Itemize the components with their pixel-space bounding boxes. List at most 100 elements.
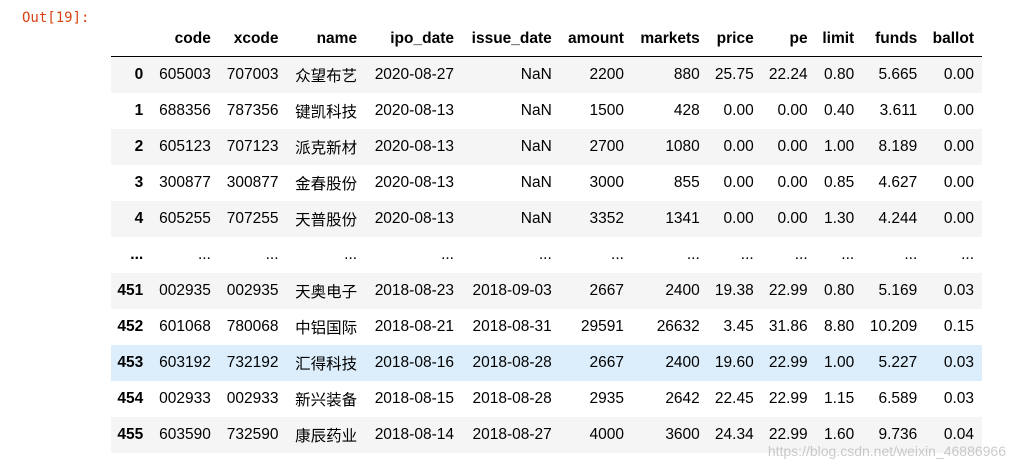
column-header-issue-date: issue_date bbox=[461, 22, 560, 57]
table-cell: 29591 bbox=[580, 318, 624, 335]
table-cell: NaN bbox=[520, 210, 552, 227]
table-cell: 605003 bbox=[159, 66, 211, 83]
table-cell: NaN bbox=[520, 138, 552, 155]
row-index: 0 bbox=[134, 66, 144, 83]
column-header-name: name bbox=[286, 22, 366, 57]
row-index: 452 bbox=[117, 318, 144, 335]
table-cell: 732192 bbox=[226, 354, 279, 371]
table-cell: ... bbox=[794, 246, 808, 263]
table-cell: 2400 bbox=[665, 282, 700, 299]
table-cell: 5.665 bbox=[878, 66, 918, 83]
table-cell: 0.85 bbox=[824, 174, 855, 191]
table-cell: 0.00 bbox=[943, 210, 974, 227]
table-cell: 24.34 bbox=[714, 426, 754, 443]
table-cell: 19.60 bbox=[714, 354, 754, 371]
table-cell: 2020-08-13 bbox=[374, 138, 454, 155]
column-header-markets: markets bbox=[631, 22, 708, 57]
table-row: 3 300877 300877 金春股份 2020-08-13 NaN 3000 855 0.0… bbox=[111, 165, 982, 201]
table-row: 455 603590 732590 康辰药业 2018-08-14 2018-08-27 4… bbox=[111, 417, 982, 453]
column-header-ipo-date: ipo_date bbox=[365, 22, 462, 57]
table-row: 2 605123 707123 派克新材 2020-08-13 NaN 2700 1080 0.… bbox=[111, 129, 982, 165]
row-index: 3 bbox=[134, 174, 144, 191]
table-cell: ... bbox=[344, 246, 358, 263]
table-cell: 1500 bbox=[589, 102, 624, 119]
table-cell: ... bbox=[841, 246, 855, 263]
table-cell: 0.15 bbox=[943, 318, 974, 335]
table-cell: 787356 bbox=[226, 102, 279, 119]
table-cell: 派克新材 bbox=[295, 140, 358, 157]
table-cell: 855 bbox=[673, 174, 700, 191]
table-cell: 2642 bbox=[665, 390, 700, 407]
table-cell: ... bbox=[611, 246, 624, 263]
table-cell: 3000 bbox=[589, 174, 624, 191]
table-cell: 2018-08-16 bbox=[374, 354, 454, 371]
table-cell: 0.00 bbox=[777, 138, 808, 155]
table-cell: 19.38 bbox=[714, 282, 754, 299]
table-row: 0 605003 707003 众望布艺 2020-08-27 NaN 2200 880 25.… bbox=[111, 56, 982, 93]
table-header: code xcode name ipo_date issue_date amount mar… bbox=[111, 22, 982, 57]
table-cell: 5.227 bbox=[878, 354, 918, 371]
table-cell: 22.24 bbox=[768, 66, 808, 83]
table-cell: 2018-08-15 bbox=[374, 390, 454, 407]
table-cell: 1.00 bbox=[824, 354, 855, 371]
table-cell: 2700 bbox=[589, 138, 624, 155]
table-cell: 1080 bbox=[665, 138, 700, 155]
column-header-amount: amount bbox=[559, 22, 632, 57]
table-cell: 22.99 bbox=[768, 354, 808, 371]
table-cell: 4.244 bbox=[878, 210, 918, 227]
row-index: 451 bbox=[117, 282, 144, 299]
table-cell: 0.03 bbox=[943, 390, 974, 407]
table-cell: 0.00 bbox=[723, 138, 754, 155]
table-cell: 2018-08-27 bbox=[472, 426, 552, 443]
table-cell: 2020-08-27 bbox=[374, 66, 454, 83]
table-cell: 康辰药业 bbox=[295, 428, 358, 445]
row-index: ... bbox=[130, 246, 144, 263]
row-index: 453 bbox=[117, 354, 144, 371]
output-prompt: Out[19]: bbox=[22, 10, 90, 26]
table-row: 1 688356 787356 键凯科技 2020-08-13 NaN 1500 428 0.0… bbox=[111, 93, 982, 129]
table-cell: NaN bbox=[520, 174, 552, 191]
table-cell: 707255 bbox=[226, 210, 279, 227]
table-body: 0 605003 707003 众望布艺 2020-08-27 NaN 2200 880 25.… bbox=[111, 56, 982, 453]
table-cell: 2667 bbox=[589, 354, 624, 371]
table-cell: 0.00 bbox=[943, 102, 974, 119]
table-row: 453 603192 732192 汇得科技 2018-08-16 2018-08-28 2… bbox=[111, 345, 982, 381]
table-cell: ... bbox=[197, 246, 211, 263]
table-cell: 天普股份 bbox=[295, 212, 358, 229]
table-cell: 2020-08-13 bbox=[374, 174, 454, 191]
table-cell: 428 bbox=[673, 102, 700, 119]
table-cell: 2200 bbox=[589, 66, 624, 83]
index-header bbox=[111, 22, 152, 57]
table-cell: 0.00 bbox=[777, 102, 808, 119]
table-cell: 603192 bbox=[159, 354, 211, 371]
table-cell: 天奥电子 bbox=[295, 284, 358, 301]
table-cell: 0.00 bbox=[723, 210, 754, 227]
table-cell: 26632 bbox=[656, 318, 700, 335]
table-cell: 9.736 bbox=[878, 426, 918, 443]
table-cell: 2018-08-28 bbox=[472, 390, 552, 407]
table-cell: 众望布艺 bbox=[295, 68, 358, 85]
table-cell: 0.00 bbox=[777, 210, 808, 227]
table-cell: 605123 bbox=[159, 138, 211, 155]
row-index: 1 bbox=[134, 102, 144, 119]
table-cell: 0.04 bbox=[943, 426, 974, 443]
table-cell: 732590 bbox=[226, 426, 279, 443]
table-cell: 0.80 bbox=[824, 66, 855, 83]
table-cell: 22.99 bbox=[768, 390, 808, 407]
table-row: ....................................... bbox=[111, 237, 982, 273]
table-cell: 1.15 bbox=[824, 390, 855, 407]
table-cell: 002935 bbox=[226, 282, 279, 299]
table-cell: 601068 bbox=[159, 318, 211, 335]
table-cell: NaN bbox=[520, 102, 552, 119]
table-cell: ... bbox=[961, 246, 974, 263]
table-cell: 2935 bbox=[589, 390, 624, 407]
table-cell: 6.589 bbox=[878, 390, 918, 407]
table-row: 452 601068 780068 中铝国际 2018-08-21 2018-08-31 2… bbox=[111, 309, 982, 345]
table-cell: 22.45 bbox=[714, 390, 754, 407]
table-cell: 22.99 bbox=[768, 282, 808, 299]
table-cell: ... bbox=[538, 246, 552, 263]
table-cell: ... bbox=[686, 246, 700, 263]
table-cell: 新兴装备 bbox=[295, 392, 358, 409]
row-index: 455 bbox=[117, 426, 144, 443]
column-header-funds: funds bbox=[862, 22, 926, 57]
